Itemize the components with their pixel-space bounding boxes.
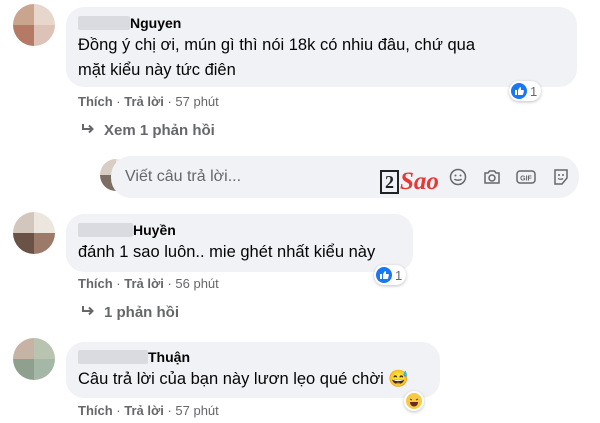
gif-icon[interactable]: GIF [516, 167, 536, 187]
smile-icon[interactable] [448, 167, 468, 187]
like-link[interactable]: Thích [78, 403, 113, 418]
reply-link[interactable]: Trả lời [124, 94, 164, 109]
view-replies-link[interactable]: Xem 1 phản hồi [80, 122, 215, 139]
reaction-summary[interactable]: 1 [509, 81, 542, 101]
avatar[interactable] [13, 338, 55, 380]
comment-actions: Thích · Trả lời · 57 phút [78, 403, 219, 418]
like-link[interactable]: Thích [78, 276, 113, 291]
avatar[interactable] [13, 212, 55, 254]
commenter-name[interactable]: Nguyen [78, 15, 181, 31]
like-icon [376, 267, 392, 283]
camera-icon[interactable] [482, 167, 502, 187]
timestamp[interactable]: 57 phút [175, 94, 218, 109]
comment-actions: Thích · Trả lời · 56 phút [78, 276, 219, 291]
reply-arrow-icon [80, 122, 96, 139]
commenter-name[interactable]: Thuận [78, 349, 190, 365]
reaction-summary[interactable] [404, 391, 424, 411]
replies-link[interactable]: 1 phản hồi [80, 304, 179, 321]
reply-arrow-icon [80, 304, 96, 321]
watermark-logo: 2 Sao [380, 168, 439, 196]
like-link[interactable]: Thích [78, 94, 113, 109]
reply-link[interactable]: Trả lời [124, 276, 164, 291]
sticker-icon[interactable] [551, 167, 571, 187]
timestamp[interactable]: 56 phút [175, 276, 218, 291]
haha-icon [406, 393, 422, 409]
reply-placeholder: Viết câu trả lời... [125, 168, 242, 185]
like-icon [511, 83, 527, 99]
commenter-name[interactable]: Huyền [78, 222, 176, 238]
comment-text: mặt kiểu này tức điên [78, 61, 236, 79]
avatar[interactable] [13, 4, 55, 46]
comment-text: Câu trả lời của bạn này lươn lẹo qué chờ… [78, 370, 409, 388]
svg-text:GIF: GIF [520, 176, 532, 183]
timestamp[interactable]: 57 phút [175, 403, 218, 418]
reply-link[interactable]: Trả lời [124, 403, 164, 418]
comment-text: Đồng ý chị ơi, mún gì thì nói 18k có nhi… [78, 36, 476, 54]
comment-actions: Thích · Trả lời · 57 phút [78, 94, 219, 109]
reaction-summary[interactable]: 1 [374, 265, 407, 285]
comment-text: đánh 1 sao luôn.. mie ghét nhất kiểu này [78, 243, 376, 261]
